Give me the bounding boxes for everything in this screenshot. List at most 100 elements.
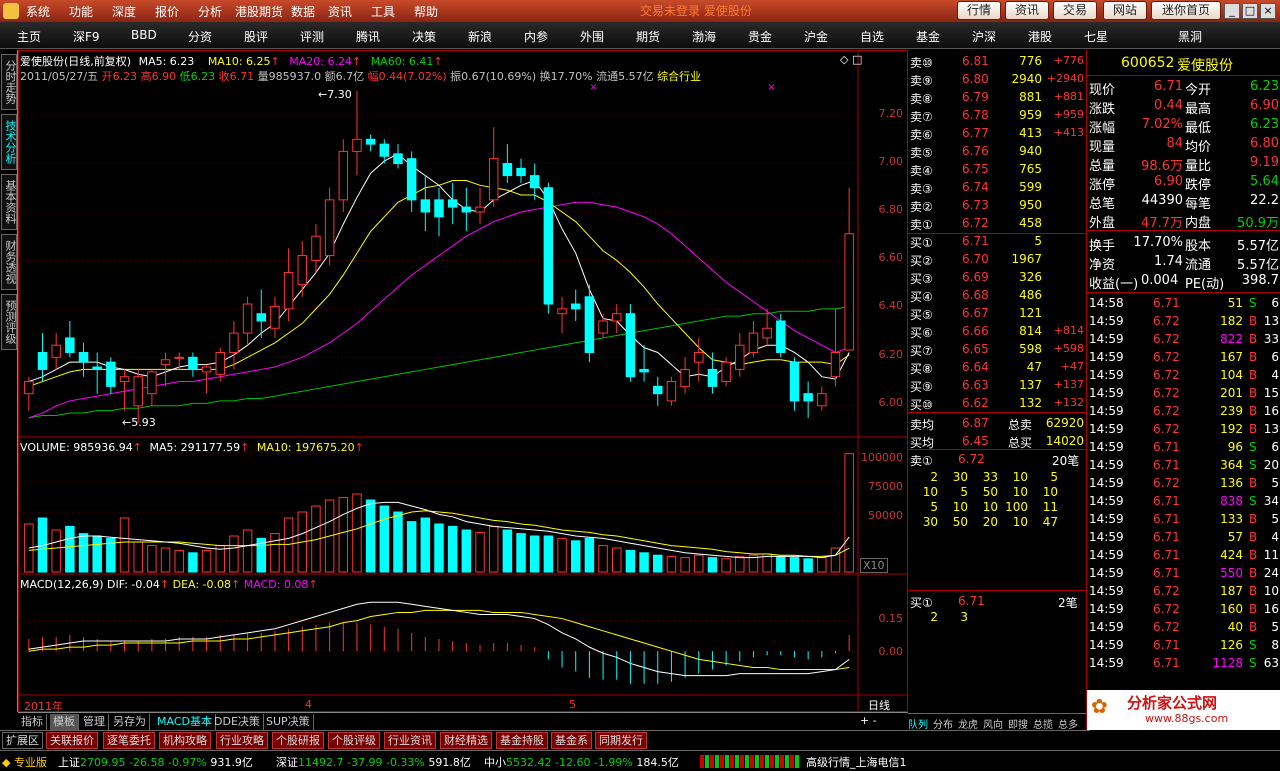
- menu-tools[interactable]: 工具: [371, 3, 395, 20]
- server-label[interactable]: 高级行情_上海电信1: [806, 754, 907, 770]
- quote-button[interactable]: 行情: [957, 1, 1001, 20]
- nav-home[interactable]: 主页: [17, 28, 41, 45]
- zoom-controls-icon[interactable]: + -: [860, 714, 877, 727]
- sz-index[interactable]: 深证11492.7 -37.99 -0.33% 591.8亿: [276, 754, 471, 770]
- func-institution[interactable]: 机构攻略: [159, 732, 211, 749]
- menu-system[interactable]: 系统: [26, 3, 50, 20]
- nav-fund[interactable]: 基金: [916, 28, 940, 45]
- nav-guijin[interactable]: 贵金: [748, 28, 772, 45]
- sell-level-row[interactable]: 卖⑥ 6.77 413 +413: [908, 124, 1086, 142]
- sell-level-row[interactable]: 卖④ 6.75 765: [908, 160, 1086, 178]
- nav-watchlist[interactable]: 自选: [860, 28, 884, 45]
- book-tab[interactable]: 队列: [908, 716, 928, 731]
- nav-futures[interactable]: 期货: [636, 28, 660, 45]
- close-icon[interactable]: ×: [1260, 3, 1276, 19]
- nav-guping[interactable]: 股评: [244, 28, 268, 45]
- maximize-icon[interactable]: □: [1242, 3, 1258, 19]
- book-tab[interactable]: 总揽: [1033, 716, 1053, 731]
- tab-financial[interactable]: 财务透视: [1, 234, 17, 290]
- nav-hk[interactable]: 港股: [1028, 28, 1052, 45]
- tab-template[interactable]: 模板: [50, 714, 79, 730]
- sell-level-row[interactable]: 卖⑦ 6.78 959 +959: [908, 106, 1086, 124]
- func-issue[interactable]: 同期发行: [595, 732, 647, 749]
- nav-hushen[interactable]: 沪深: [972, 28, 996, 45]
- book-tab[interactable]: 即搜: [1008, 716, 1028, 731]
- sell-level-row[interactable]: 卖⑨ 6.80 2940 +2940: [908, 70, 1086, 88]
- nav-bohai[interactable]: 渤海: [692, 28, 716, 45]
- menu-news[interactable]: 资讯: [328, 3, 352, 20]
- menu-hk-futures[interactable]: 港股期货: [235, 3, 283, 20]
- nav-waiwei[interactable]: 外围: [580, 28, 604, 45]
- func-extension[interactable]: 扩展区: [2, 732, 43, 749]
- tab-intraday[interactable]: 分时走势: [1, 54, 17, 110]
- func-industry-strategy[interactable]: 行业攻略: [216, 732, 268, 749]
- menu-help[interactable]: 帮助: [414, 3, 438, 20]
- buy-level-row[interactable]: 买③ 6.69 326: [908, 268, 1086, 286]
- sh-index[interactable]: 上证2709.95 -26.58 -0.97% 931.9亿: [58, 754, 253, 770]
- buy-level-row[interactable]: 买⑦ 6.65 598 +598: [908, 340, 1086, 358]
- tab-indicator[interactable]: 指标: [18, 714, 47, 730]
- func-research[interactable]: 个股研报: [272, 732, 324, 749]
- func-related-quote[interactable]: 关联报价: [46, 732, 98, 749]
- buy-level-row[interactable]: 买⑧ 6.64 47 +47: [908, 358, 1086, 376]
- tab-manage[interactable]: 管理: [80, 714, 109, 730]
- website-button[interactable]: 网站: [1103, 1, 1147, 20]
- buy-level-row[interactable]: 买⑩ 6.62 132 +132: [908, 394, 1086, 412]
- sell-level-price: 6.76: [962, 144, 989, 158]
- nav-heidong[interactable]: 黑洞: [1178, 28, 1202, 45]
- tab-dde[interactable]: DDE决策: [211, 714, 264, 730]
- func-finance-picks[interactable]: 财经精选: [440, 732, 492, 749]
- func-industry-news[interactable]: 行业资讯: [384, 732, 436, 749]
- sell-level-row[interactable]: 卖① 6.72 458: [908, 214, 1086, 232]
- book-tab[interactable]: 龙虎: [958, 716, 978, 731]
- news-button[interactable]: 资讯: [1005, 1, 1049, 20]
- nav-bbd[interactable]: BBD: [131, 28, 157, 42]
- mini-home-button[interactable]: 迷你首页: [1151, 1, 1221, 20]
- nav-neican[interactable]: 内参: [524, 28, 548, 45]
- func-order-detail[interactable]: 逐笔委托: [103, 732, 155, 749]
- nav-fenzi[interactable]: 分资: [188, 28, 212, 45]
- tab-fundamentals[interactable]: 基本资料: [1, 174, 17, 230]
- func-fund-family[interactable]: 基金系: [551, 732, 592, 749]
- menu-analysis[interactable]: 分析: [198, 3, 222, 20]
- nav-f9[interactable]: 深F9: [73, 28, 100, 45]
- book-tab[interactable]: 总多: [1058, 716, 1078, 731]
- trade-button[interactable]: 交易: [1053, 1, 1097, 20]
- book-tab[interactable]: 分布: [933, 716, 953, 731]
- func-fund-holdings[interactable]: 基金持股: [496, 732, 548, 749]
- tab-technical[interactable]: 技术分析: [1, 114, 17, 170]
- chart-settings-icon[interactable]: ◇ □: [840, 53, 862, 66]
- nav-qixing[interactable]: 七星: [1084, 28, 1108, 45]
- nav-tencent[interactable]: 腾讯: [356, 28, 380, 45]
- tab-macd-basic[interactable]: MACD基本: [154, 714, 216, 730]
- tab-sup[interactable]: SUP决策: [263, 714, 314, 730]
- func-rating[interactable]: 个股评级: [328, 732, 380, 749]
- period-label[interactable]: 日线: [868, 697, 890, 713]
- menu-quote[interactable]: 报价: [155, 3, 179, 20]
- nav-hujin[interactable]: 沪金: [804, 28, 828, 45]
- kline-chart-panel[interactable]: × × 爱使股份(日线,前复权) MA5: 6.23 MA10: 6.25↑ MA…: [18, 50, 908, 713]
- minimize-icon[interactable]: _: [1224, 3, 1240, 19]
- buy-level-row[interactable]: 买② 6.70 1967: [908, 250, 1086, 268]
- tab-rating[interactable]: 预测评级: [1, 294, 17, 350]
- buy-level-row[interactable]: 买⑤ 6.67 121: [908, 304, 1086, 322]
- menu-depth[interactable]: 深度: [112, 3, 136, 20]
- menu-function[interactable]: 功能: [69, 3, 93, 20]
- nav-sina[interactable]: 新浪: [468, 28, 492, 45]
- menu-data[interactable]: 数据: [291, 3, 315, 20]
- zx-index[interactable]: 中小5532.42 -12.60 -1.99% 184.5亿: [484, 754, 679, 770]
- buy-level-row[interactable]: 买① 6.71 5: [908, 232, 1086, 250]
- sell-level-row[interactable]: 卖⑧ 6.79 881 +881: [908, 88, 1086, 106]
- buy-level-row[interactable]: 买④ 6.68 486: [908, 286, 1086, 304]
- sell-level-row[interactable]: 卖③ 6.74 599: [908, 178, 1086, 196]
- tab-save-as[interactable]: 另存为: [110, 714, 150, 730]
- buy-level-row[interactable]: 买⑨ 6.63 137 +137: [908, 376, 1086, 394]
- sell-level-row[interactable]: 卖⑩ 6.81 776 +776: [908, 52, 1086, 70]
- nav-juece[interactable]: 决策: [412, 28, 436, 45]
- book-tab[interactable]: 风向: [983, 716, 1003, 731]
- kline-chart-svg[interactable]: × ×: [18, 50, 908, 712]
- sell-level-row[interactable]: 卖② 6.73 950: [908, 196, 1086, 214]
- buy-level-row[interactable]: 买⑥ 6.66 814 +814: [908, 322, 1086, 340]
- sell-level-row[interactable]: 卖⑤ 6.76 940: [908, 142, 1086, 160]
- nav-pingce[interactable]: 评测: [300, 28, 324, 45]
